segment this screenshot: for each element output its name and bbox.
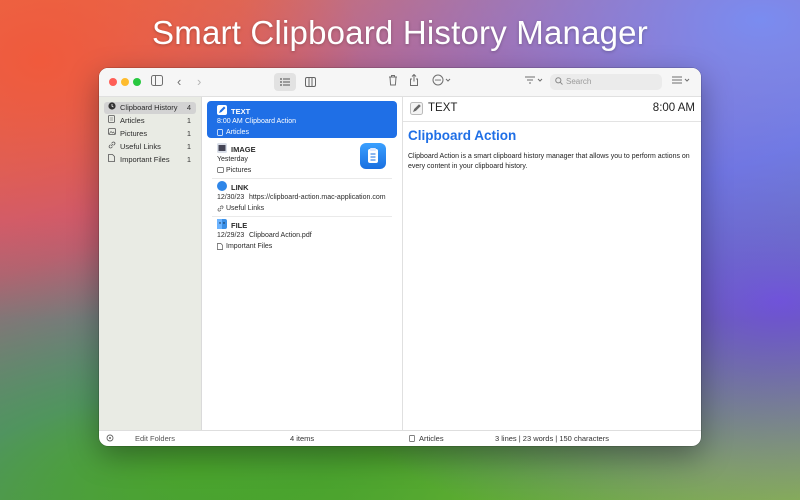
gear-icon[interactable] <box>106 431 114 446</box>
item-time: Yesterday <box>217 156 248 163</box>
list-item-image[interactable]: IMAGE Yesterday Pictures <box>207 139 397 176</box>
minimize-button[interactable] <box>121 78 129 86</box>
app-thumbnail-icon <box>360 143 386 169</box>
item-time: 12/30/23 <box>217 194 245 201</box>
item-folder: Pictures <box>226 167 252 174</box>
sidebar-item-important-files[interactable]: Important Files 1 <box>104 154 196 166</box>
sidebar-item-count: 1 <box>186 155 191 164</box>
hero-title: Smart Clipboard History Manager <box>152 14 648 51</box>
search-icon <box>555 74 563 90</box>
link-icon <box>217 205 224 214</box>
item-content: https://clipboard-action.mac-application… <box>249 194 386 201</box>
photo-icon <box>108 128 116 140</box>
item-folder: Important Files <box>226 243 273 250</box>
sidebar-item-clipboard-history[interactable]: Clipboard History 4 <box>104 102 196 114</box>
detail-title: Clipboard Action <box>408 128 517 143</box>
note-icon <box>217 105 227 115</box>
item-folder: Useful Links <box>226 205 265 212</box>
detail-header: TEXT 8:00 AM <box>403 97 701 122</box>
sidebar-item-count: 1 <box>186 116 191 125</box>
close-button[interactable] <box>109 78 117 86</box>
column-view-button[interactable] <box>299 73 321 91</box>
chevron-right-icon[interactable]: › <box>197 74 201 90</box>
status-bar: Edit Folders 4 items Articles 3 lines | … <box>99 430 701 446</box>
trash-icon[interactable] <box>388 74 398 90</box>
list-view-icon <box>280 78 290 86</box>
app-window: ‹ › Search Clipboard History 4 Articles … <box>99 68 701 446</box>
sidebar-item-label: Important Files <box>120 155 170 164</box>
sidebar-item-useful-links[interactable]: Useful Links 1 <box>104 141 196 153</box>
sidebar-toggle-icon[interactable] <box>151 74 163 90</box>
column-view-icon <box>305 77 316 87</box>
file-icon <box>108 154 115 167</box>
image-icon <box>217 143 227 153</box>
finder-icon <box>217 219 227 229</box>
note-icon <box>410 102 423 120</box>
detail-pane: TEXT 8:00 AM Clipboard Action Clipboard … <box>403 97 701 430</box>
sidebar-item-count: 1 <box>186 142 191 151</box>
globe-icon <box>217 181 227 191</box>
more-icon[interactable] <box>432 74 452 90</box>
list-item-link[interactable]: LINK 12/30/23 https://clipboard-action.m… <box>207 177 397 214</box>
detail-body: Clipboard Action is a smart clipboard hi… <box>408 153 690 170</box>
sidebar-item-label: Articles <box>120 116 145 125</box>
link-icon <box>108 141 116 154</box>
sidebar-item-label: Clipboard History <box>120 103 178 112</box>
list-item-file[interactable]: FILE 12/29/23 Clipboard Action.pdf Impor… <box>207 215 397 252</box>
detail-type: TEXT <box>428 102 458 114</box>
search-input[interactable]: Search <box>550 74 662 90</box>
toolbar: ‹ › Search <box>99 68 701 97</box>
clip-list: TEXT 8:00 AM Clipboard Action Articles I… <box>202 97 403 430</box>
edit-folders-button[interactable]: Edit Folders <box>135 431 175 446</box>
document-icon <box>217 129 223 138</box>
item-content: Clipboard Action <box>245 118 296 125</box>
item-type: LINK <box>231 183 249 192</box>
sidebar-item-label: Pictures <box>120 129 148 138</box>
document-icon <box>409 431 415 446</box>
sort-icon[interactable] <box>524 74 544 90</box>
list-view-button[interactable] <box>274 73 296 91</box>
detail-folder: Articles <box>419 434 444 443</box>
file-icon <box>217 243 223 252</box>
detail-time: 8:00 AM <box>652 102 695 114</box>
sidebar: Clipboard History 4 Articles 1 Pictures … <box>99 97 202 430</box>
item-type: FILE <box>231 221 248 230</box>
item-time: 8:00 AM <box>217 118 243 125</box>
list-item-text[interactable]: TEXT 8:00 AM Clipboard Action Articles <box>207 101 397 138</box>
clock-icon <box>108 102 116 115</box>
item-time: 12/29/23 <box>217 232 245 239</box>
sidebar-item-articles[interactable]: Articles 1 <box>104 115 196 127</box>
item-type: IMAGE <box>231 145 256 154</box>
sidebar-item-pictures[interactable]: Pictures 1 <box>104 128 196 140</box>
chevron-left-icon[interactable]: ‹ <box>177 74 181 90</box>
photo-icon <box>217 167 224 175</box>
search-placeholder: Search <box>566 77 592 86</box>
document-icon <box>108 115 115 128</box>
item-type: TEXT <box>231 107 251 116</box>
filter-icon[interactable] <box>671 74 691 90</box>
item-count: 4 items <box>290 434 315 443</box>
sidebar-item-label: Useful Links <box>120 142 161 151</box>
share-icon[interactable] <box>409 73 419 90</box>
sidebar-item-count: 4 <box>186 103 191 112</box>
sidebar-item-count: 1 <box>186 129 191 138</box>
item-folder: Articles <box>226 129 249 136</box>
detail-stats: 3 lines | 23 words | 150 characters <box>495 434 609 443</box>
item-content: Clipboard Action.pdf <box>249 232 312 239</box>
zoom-button[interactable] <box>133 78 141 86</box>
